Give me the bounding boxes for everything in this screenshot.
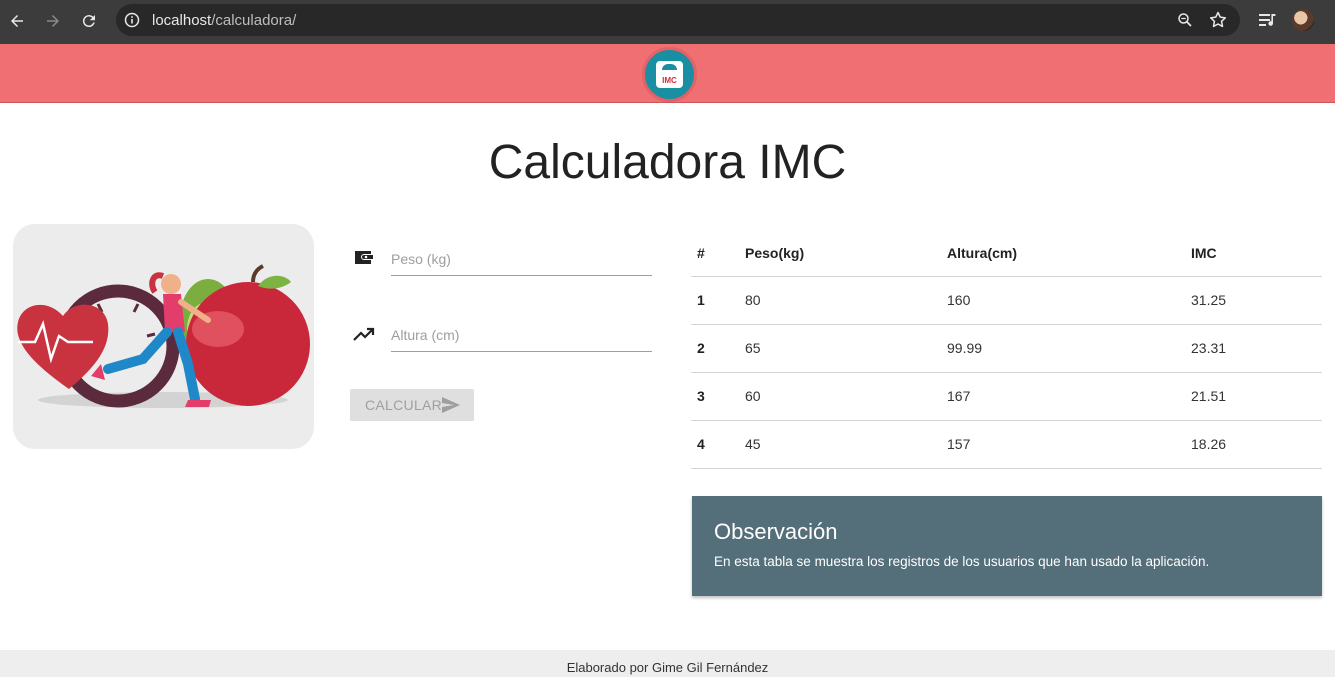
table-row: 1 80 160 31.25 [691,276,1322,325]
zoom-icon[interactable] [1176,11,1194,29]
table-header-row: # Peso(kg) Altura(cm) IMC [691,230,1322,277]
weight-cell: 80 [745,276,947,325]
weight-cell: 60 [745,372,947,421]
height-cell: 167 [947,372,1191,421]
footer-credit: Elaborado por Gime Gil Fernández [566,660,769,675]
observation-card: Observación En esta tabla se muestra los… [692,496,1322,596]
footer: Elaborado por Gime Gil Fernández [0,650,1335,677]
height-input[interactable] [391,318,652,352]
url-host: localhost [152,12,212,29]
bookmark-star-icon[interactable] [1208,10,1228,30]
column-header-height: Altura(cm) [947,230,1191,277]
weight-cell: 45 [745,420,947,469]
reload-icon [82,15,95,28]
url-path: /calculadora/ [211,12,297,29]
trending-up-icon [353,327,375,341]
scale-icon: IMC [656,61,683,88]
row-number: 1 [691,276,745,325]
page-title: Calculadora IMC [488,136,847,189]
send-icon [442,397,460,413]
height-cell: 99.99 [947,324,1191,373]
weight-cell: 65 [745,324,947,373]
imc-cell: 18.26 [1191,420,1322,469]
reload-button[interactable] [77,9,101,33]
observation-text: En esta tabla se muestra los registros d… [714,554,1210,569]
calculate-button-label: CALCULAR [365,397,443,413]
imc-cell: 23.31 [1191,324,1322,373]
height-cell: 157 [947,420,1191,469]
profile-avatar[interactable] [1292,9,1314,31]
height-field [350,314,652,354]
row-number: 4 [691,420,745,469]
url-text[interactable]: localhost/calculadora/ [152,12,296,29]
info-icon[interactable] [124,12,140,28]
forward-button[interactable] [41,9,65,33]
height-cell: 160 [947,276,1191,325]
fitness-illustration [13,224,314,449]
row-number: 3 [691,372,745,421]
wallet-icon [355,251,373,264]
column-header-imc: IMC [1191,230,1322,277]
table-row: 3 60 167 21.51 [691,372,1322,421]
logo-text: IMC [662,76,677,85]
column-header-number: # [691,230,745,277]
observation-title: Observación [714,519,838,544]
arrow-left-icon [11,15,23,27]
runner-apple-illustration [17,264,310,408]
weight-input[interactable] [391,242,652,276]
row-number: 2 [691,324,745,373]
browser-toolbar: localhost/calculadora/ [0,0,1335,44]
calculate-button[interactable]: CALCULAR [350,389,474,421]
column-header-weight: Peso(kg) [745,230,947,277]
reading-list-icon[interactable] [1258,11,1278,29]
back-button[interactable] [5,9,29,33]
address-bar[interactable]: localhost/calculadora/ [116,4,1240,36]
weight-field [350,238,652,278]
table-row: 4 45 157 18.26 [691,420,1322,469]
imc-logo: IMC [642,47,697,102]
table-row: 2 65 99.99 23.31 [691,324,1322,373]
imc-cell: 31.25 [1191,276,1322,325]
imc-cell: 21.51 [1191,372,1322,421]
arrow-right-icon [47,15,59,27]
records-table: # Peso(kg) Altura(cm) IMC 1 80 160 31.25… [691,230,1322,469]
